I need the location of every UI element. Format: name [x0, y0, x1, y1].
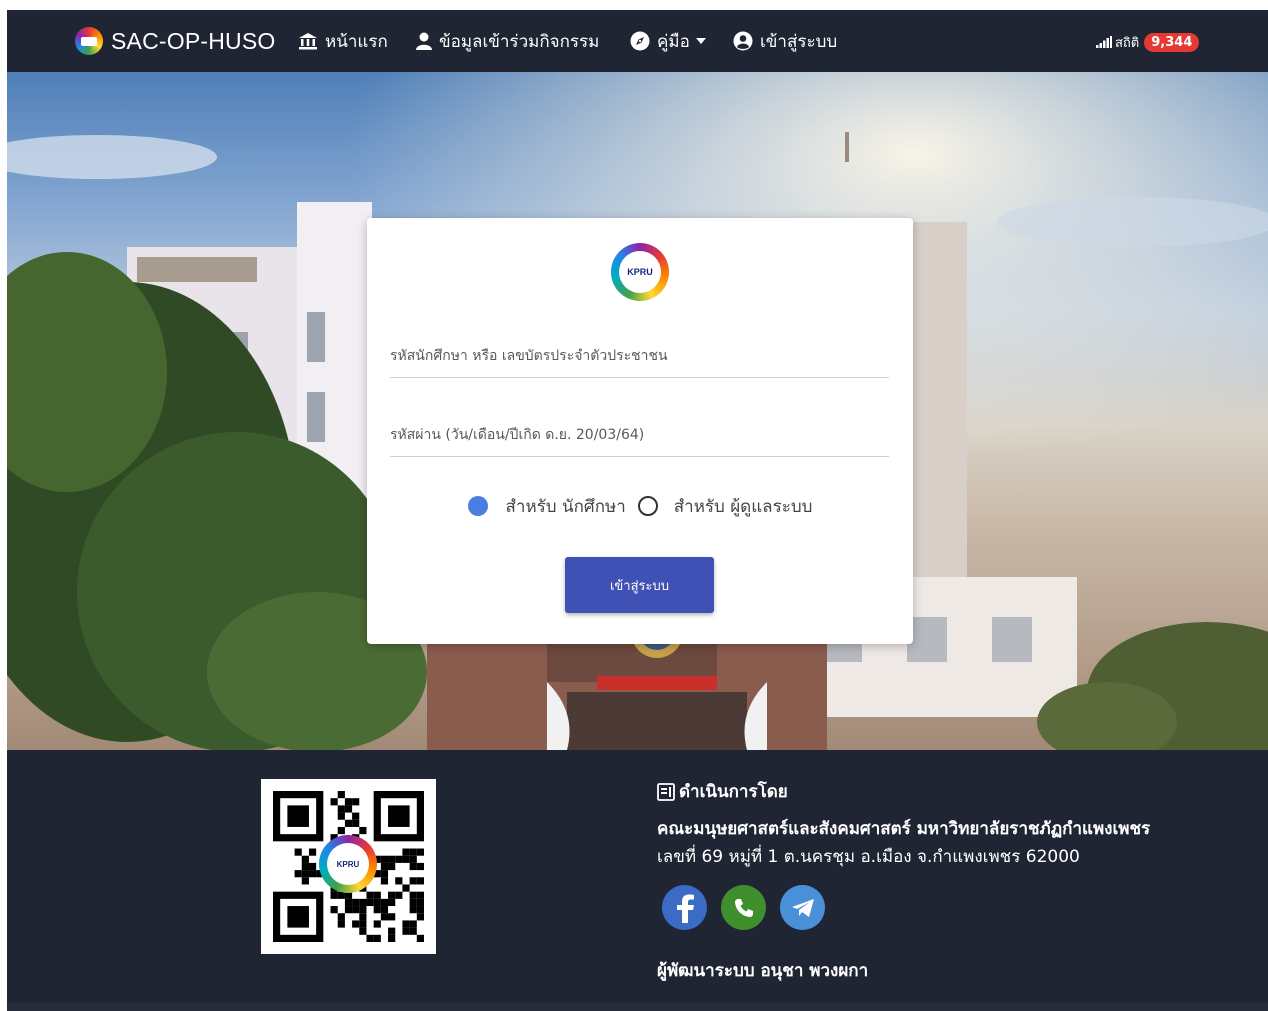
role-selector: สำหรับ นักศึกษา สำหรับ ผู้ดูแลระบบ — [367, 491, 913, 521]
nav-manual-dropdown[interactable]: คู่มือ — [630, 29, 706, 53]
facebook-link[interactable] — [662, 885, 707, 930]
nav-login-label: เข้าสู่ระบบ — [760, 31, 838, 52]
email-link[interactable] — [780, 885, 825, 930]
mail-icon — [791, 898, 814, 917]
operated-by-heading: ดำเนินการโดย — [657, 778, 788, 805]
phone-icon — [734, 898, 753, 917]
radio-unchecked-icon — [637, 496, 658, 516]
developer-credit: ผู้พัฒนาระบบ อนุชา พวงผกา — [657, 961, 869, 981]
role-student-label: สำหรับ นักศึกษา — [505, 496, 626, 517]
kpru-logo-icon — [75, 27, 103, 55]
user-icon — [416, 32, 432, 50]
chevron-down-icon — [695, 38, 706, 44]
footer-bottom-bar — [7, 1003, 1268, 1011]
role-admin-radio[interactable]: สำหรับ ผู้ดูแลระบบ — [637, 493, 813, 520]
compass-icon — [630, 31, 650, 51]
qr-logo-text: KPRU — [336, 859, 360, 869]
nav-activity-info-label: ข้อมูลเข้าร่วมกิจกรรม — [439, 31, 600, 52]
user-circle-icon — [733, 31, 753, 51]
stats-counter[interactable]: สถิติ 9,344 — [1096, 31, 1200, 53]
nav-activity-info[interactable]: ข้อมูลเข้าร่วมกิจกรรม — [416, 29, 599, 53]
nav-manual-label: คู่มือ — [657, 31, 690, 52]
logo-text: KPRU — [627, 267, 653, 277]
navbar: SAC-OP-HUSO หน้าแรก ข้อมูลเข้าร่วมกิจกรร… — [7, 10, 1268, 72]
social-links — [662, 885, 839, 930]
nav-home-label: หน้าแรก — [325, 31, 388, 52]
facebook-icon — [676, 894, 694, 923]
brand-link[interactable]: SAC-OP-HUSO — [75, 26, 276, 56]
phone-link[interactable] — [721, 885, 766, 930]
password-input[interactable] — [390, 417, 889, 457]
stats-label: สถิติ — [1115, 35, 1140, 51]
student-id-input[interactable] — [390, 338, 889, 378]
hero-background: KPRU สำหรับ นักศึกษา สำหรับ ผู้ดูแลระบบ … — [7, 72, 1268, 750]
organization-name: คณะมนุษยศาสตร์และสังคมศาสตร์ มหาวิทยาลัย… — [657, 819, 1151, 839]
operated-by-label: ดำเนินการโดย — [679, 782, 788, 802]
bank-icon — [299, 33, 317, 50]
login-button[interactable]: เข้าสู่ระบบ — [565, 557, 714, 613]
kpru-logo-icon: KPRU — [611, 243, 669, 301]
organization-address: เลขที่ 69 หมู่ที่ 1 ต.นครชุม อ.เมือง จ.ก… — [657, 847, 1080, 867]
page: SAC-OP-HUSO หน้าแรก ข้อมูลเข้าร่วมกิจกรร… — [7, 10, 1268, 1011]
radio-checked-icon — [467, 496, 488, 516]
role-student-radio[interactable]: สำหรับ นักศึกษา — [467, 493, 626, 520]
brand-name: SAC-OP-HUSO — [111, 27, 276, 54]
qr-code: KPRU — [261, 779, 436, 954]
role-admin-label: สำหรับ ผู้ดูแลระบบ — [673, 496, 813, 517]
kpru-logo-icon: KPRU — [319, 835, 377, 893]
nav-login[interactable]: เข้าสู่ระบบ — [733, 29, 837, 53]
signal-bars-icon — [1096, 36, 1112, 48]
stats-count-badge: 9,344 — [1144, 32, 1200, 52]
footer: KPRU ดำเนินการโดย คณะมนุษยศาสตร์และสังคม… — [7, 750, 1268, 1003]
id-card-icon — [657, 782, 675, 801]
nav-home[interactable]: หน้าแรก — [298, 29, 388, 53]
login-card: KPRU สำหรับ นักศึกษา สำหรับ ผู้ดูแลระบบ … — [367, 218, 913, 644]
